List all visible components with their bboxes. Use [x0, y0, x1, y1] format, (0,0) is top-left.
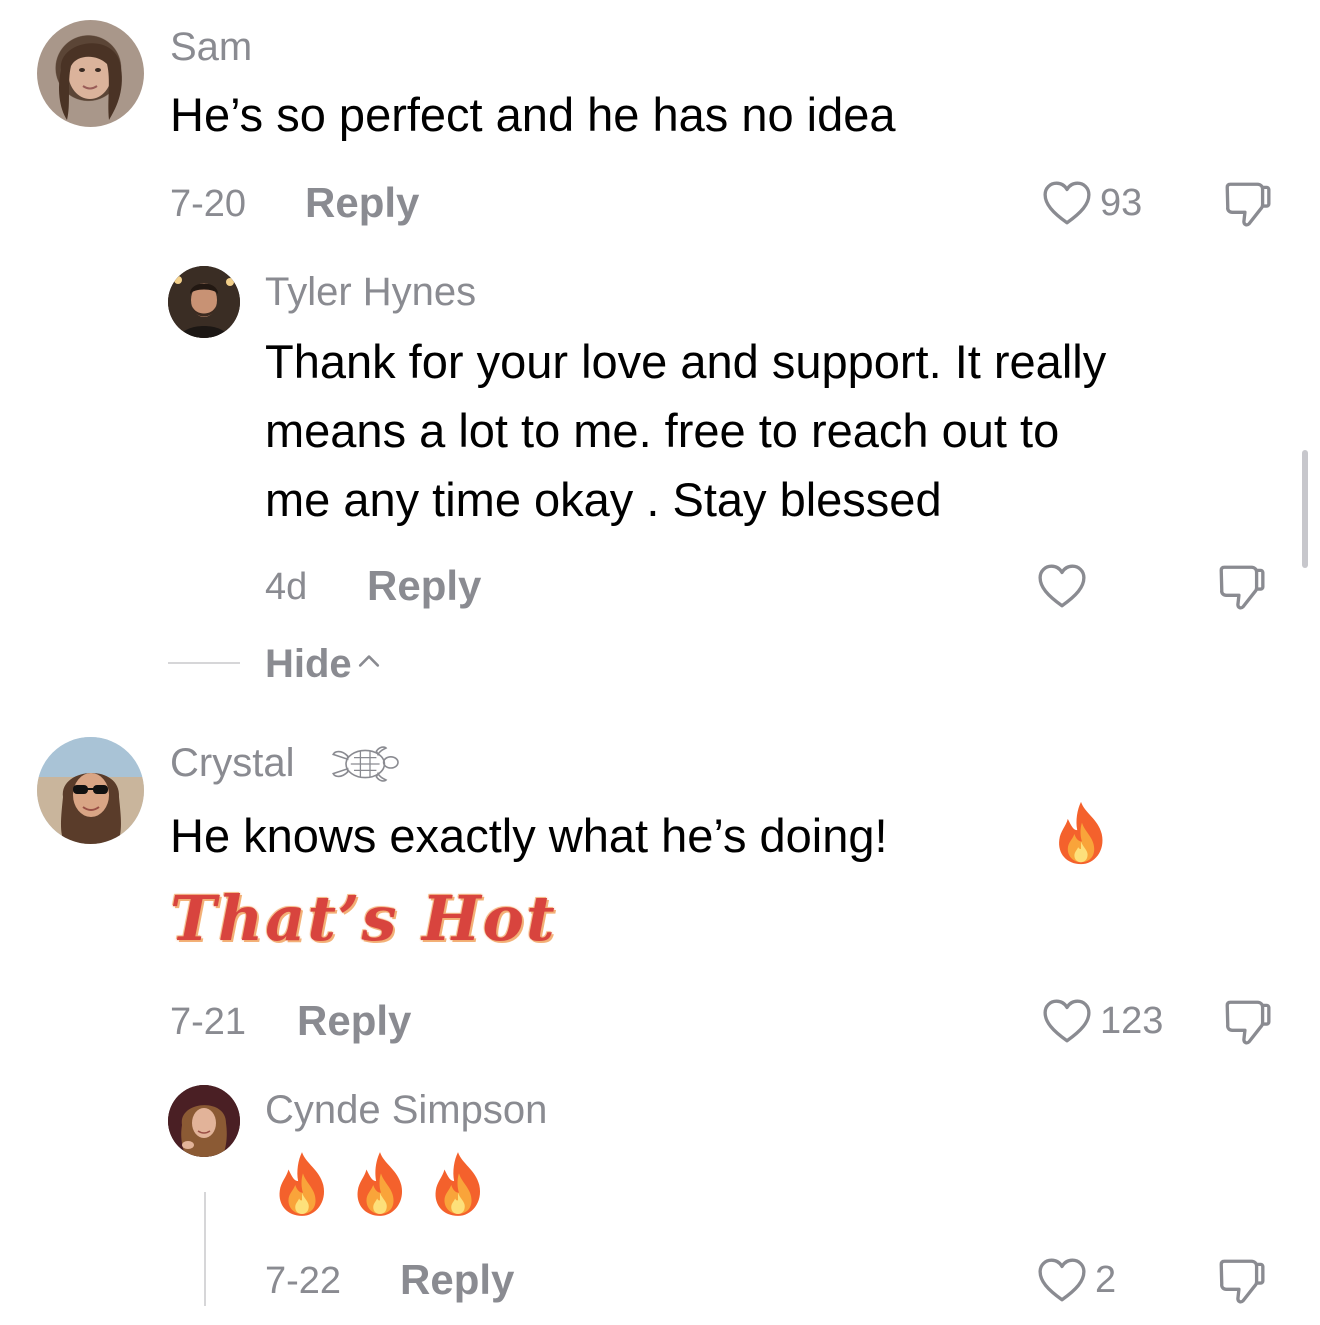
reply-button[interactable]: Reply — [297, 1000, 411, 1042]
comment-username[interactable]: Crystal — [170, 743, 294, 783]
dislike-icon — [1216, 1255, 1266, 1307]
like-button[interactable] — [1037, 563, 1087, 609]
comment-username[interactable]: Sam — [170, 27, 252, 67]
like-button[interactable]: 2 — [1037, 1257, 1116, 1303]
fire-emoji-icon — [1052, 800, 1110, 871]
comment-text: He knows exactly what he’s doing! — [170, 809, 888, 862]
turtle-icon — [330, 740, 402, 793]
like-count: 93 — [1100, 182, 1143, 224]
fire-emoji-icon — [429, 1150, 487, 1223]
reply-button[interactable]: Reply — [305, 182, 419, 224]
reply-date: 7-22 — [265, 1260, 342, 1302]
fire-emoji-icon — [351, 1150, 409, 1223]
fire-emoji-icon — [273, 1150, 331, 1223]
thread-line — [204, 1192, 206, 1306]
comment-date: 7-20 — [170, 183, 247, 225]
user-avatar-icon — [168, 266, 240, 338]
dislike-icon — [1216, 561, 1266, 613]
user-avatar-icon — [59, 43, 122, 120]
dislike-icon — [1222, 178, 1272, 230]
heart-icon — [1037, 1257, 1087, 1303]
heart-icon — [1042, 998, 1092, 1044]
reply-text-line: Thank for your love and support. It real… — [265, 335, 1107, 388]
comment-text: He’s so perfect and he has no idea — [170, 88, 896, 141]
hide-replies-button[interactable]: Hide — [265, 644, 380, 684]
like-count: 2 — [1095, 1259, 1117, 1301]
thats-hot-sticker[interactable]: That’s Hot — [170, 888, 557, 950]
user-avatar-icon — [37, 737, 144, 844]
dislike-button[interactable] — [1216, 1255, 1266, 1312]
scrollbar[interactable] — [1302, 450, 1308, 568]
reply-date: 4d — [265, 566, 308, 608]
avatar-cynde-simpson[interactable] — [168, 1085, 240, 1157]
chevron-up-icon — [358, 653, 380, 669]
dislike-icon — [1222, 996, 1272, 1048]
reply-text-line: me any time okay . Stay blessed — [265, 473, 942, 526]
reply-button[interactable]: Reply — [367, 565, 481, 607]
avatar-sam[interactable] — [37, 20, 144, 127]
dislike-button[interactable] — [1222, 996, 1272, 1053]
avatar-crystal[interactable] — [37, 737, 144, 844]
reply-username[interactable]: Cynde Simpson — [265, 1090, 547, 1130]
like-count: 123 — [1100, 1000, 1164, 1042]
hide-label: Hide — [265, 642, 352, 686]
dislike-button[interactable] — [1222, 178, 1272, 235]
like-button[interactable]: 93 — [1042, 180, 1142, 226]
reply-button[interactable]: Reply — [400, 1259, 514, 1301]
like-button[interactable]: 123 — [1042, 998, 1163, 1044]
heart-icon — [1037, 563, 1087, 609]
avatar-tyler-hynes[interactable] — [168, 266, 240, 338]
user-avatar-icon — [168, 1085, 240, 1157]
heart-icon — [1042, 180, 1092, 226]
reply-text-line: means a lot to me. free to reach out to — [265, 404, 1060, 457]
hide-divider — [168, 662, 240, 664]
comment-date: 7-21 — [170, 1001, 247, 1043]
dislike-button[interactable] — [1216, 561, 1266, 618]
reply-username[interactable]: Tyler Hynes — [265, 272, 476, 312]
